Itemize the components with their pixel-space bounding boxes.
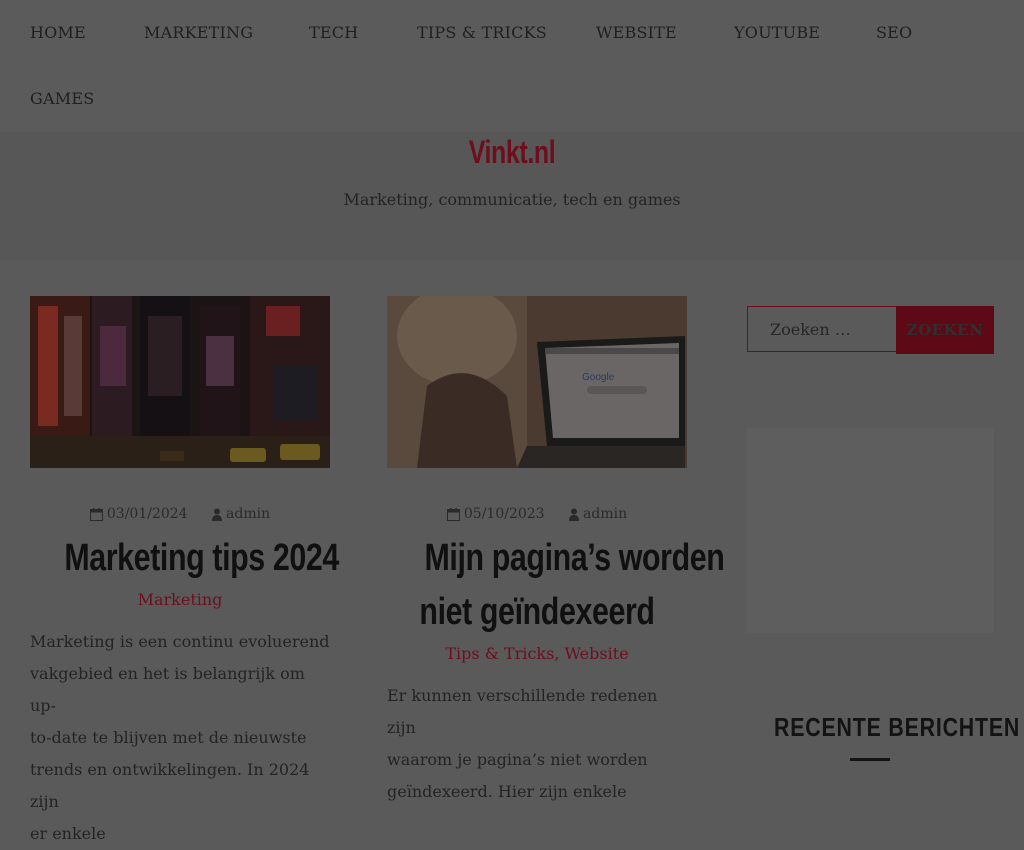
nav-item-tech[interactable]: TECH	[309, 23, 358, 42]
post-categories: Tips & Tricks, Website	[387, 644, 687, 663]
site-tagline: Marketing, communicatie, tech en games	[343, 190, 681, 209]
post-meta: 05/10/2023 admin	[387, 506, 687, 522]
nav-item-home[interactable]: HOME	[30, 23, 86, 42]
user-icon	[569, 508, 580, 521]
nav-item-marketing[interactable]: MARKETING	[144, 23, 253, 42]
post-date[interactable]: 05/10/2023	[464, 506, 545, 522]
excerpt-line: Marketing is een continu evoluerend	[30, 632, 330, 651]
nav-item-games[interactable]: GAMES	[30, 89, 94, 108]
post-author[interactable]: admin	[583, 506, 627, 522]
ad-placeholder	[747, 428, 994, 633]
post-title[interactable]: Mijn pagina’s worden niet geïndexeerd	[387, 531, 724, 639]
google-logo-text: Google	[582, 372, 615, 383]
excerpt-line: vakgebied en het is belangrijk om up-	[30, 664, 305, 715]
category-separator: ,	[554, 644, 560, 663]
nav-item-youtube[interactable]: YOUTUBE	[734, 23, 820, 42]
post-date[interactable]: 03/01/2024	[107, 506, 188, 522]
site-title[interactable]: Vinkt.nl	[113, 134, 912, 171]
nav-item-seo[interactable]: SEO	[876, 23, 912, 42]
post-thumbnail[interactable]: Google	[387, 296, 687, 468]
recent-posts-heading: RECENTE BERICHTEN	[774, 712, 1021, 742]
post-excerpt: Er kunnen verschillende redenen zijn waa…	[387, 680, 687, 808]
calendar-icon	[89, 507, 103, 521]
search-input[interactable]	[748, 307, 896, 351]
excerpt-line: trends en ontwikkelingen. In 2024 zijn	[30, 760, 310, 811]
excerpt-line: Er kunnen verschillende redenen zijn	[387, 686, 658, 737]
post-author[interactable]: admin	[226, 506, 270, 522]
nav-item-tips-tricks[interactable]: TIPS & TRICKS	[417, 23, 547, 42]
calendar-icon	[446, 507, 460, 521]
main-navigation: HOME MARKETING TECH TIPS & TRICKS WEBSIT…	[0, 0, 1024, 132]
excerpt-line: waarom je pagina’s niet worden	[387, 750, 648, 769]
excerpt-line: er enkele	[30, 824, 106, 843]
post-thumbnail[interactable]	[30, 296, 330, 468]
search-field-wrapper	[747, 306, 897, 352]
laptop-google-image	[387, 296, 687, 468]
city-night-image	[30, 296, 330, 468]
post-meta: 03/01/2024 admin	[30, 506, 330, 522]
post-excerpt: Marketing is een continu evoluerend vakg…	[30, 626, 330, 850]
nav-item-website[interactable]: WEBSITE	[596, 23, 677, 42]
category-link-marketing[interactable]: Marketing	[138, 590, 223, 609]
post-title[interactable]: Marketing tips 2024	[30, 531, 339, 585]
category-link-website[interactable]: Website	[565, 644, 629, 663]
search-button[interactable]: ZOEKEN	[896, 306, 994, 354]
user-icon	[212, 508, 223, 521]
category-link-tips-tricks[interactable]: Tips & Tricks	[445, 644, 554, 663]
post-categories: Marketing	[30, 590, 330, 609]
heading-underline	[850, 758, 890, 761]
excerpt-line: geïndexeerd. Hier zijn enkele	[387, 782, 627, 801]
excerpt-line: to-date te blijven met de nieuwste	[30, 728, 307, 747]
